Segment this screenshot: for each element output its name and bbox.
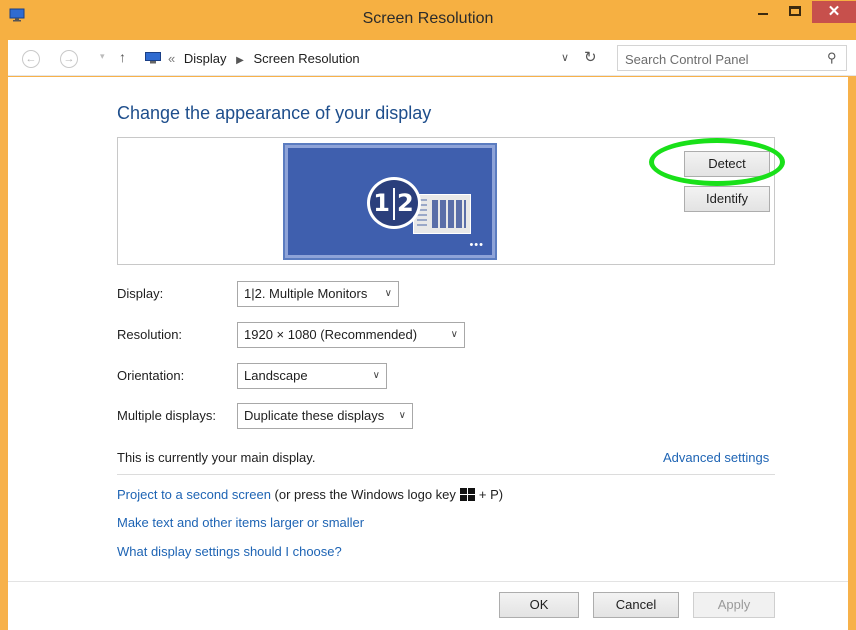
calculator-graphic-icon bbox=[413, 194, 471, 234]
larger-text-link[interactable]: Make text and other items larger or smal… bbox=[117, 515, 364, 530]
breadcrumb-separator-icon[interactable]: ▶ bbox=[236, 55, 244, 66]
display-label: Display: bbox=[117, 286, 164, 301]
close-icon: ✕ bbox=[827, 3, 841, 20]
monitor-preview[interactable]: 12 ••• bbox=[283, 143, 497, 260]
monitor-id-badge: 12 bbox=[367, 177, 421, 229]
multiple-displays-value: Duplicate these displays bbox=[244, 408, 385, 423]
chevron-down-icon: ∨ bbox=[398, 410, 406, 421]
apply-button[interactable]: Apply bbox=[693, 592, 775, 618]
identify-label: Identify bbox=[706, 191, 748, 206]
page-heading: Change the appearance of your display bbox=[117, 103, 432, 123]
search-input[interactable] bbox=[625, 50, 815, 68]
detect-highlight-ring bbox=[649, 138, 785, 186]
forward-button[interactable]: → bbox=[60, 50, 78, 68]
up-level-icon[interactable]: ↑ bbox=[119, 49, 126, 65]
breadcrumb-display[interactable]: Display bbox=[184, 51, 227, 66]
maximize-button[interactable] bbox=[780, 0, 810, 22]
back-button[interactable]: ← bbox=[22, 50, 40, 68]
identify-button[interactable]: Identify bbox=[684, 186, 770, 212]
dialog-footer: OK Cancel Apply bbox=[8, 582, 848, 630]
project-line: Project to a second screen (or press the… bbox=[117, 487, 503, 502]
monitor-id-2: 2 bbox=[397, 189, 415, 217]
recent-locations-dropdown-icon[interactable]: ▾ bbox=[100, 51, 105, 62]
ok-label: OK bbox=[529, 597, 549, 612]
address-bar: ← → ▾ ↑ « Display ▶ Screen Resolution ∨ … bbox=[8, 40, 856, 76]
minimize-icon bbox=[758, 13, 768, 15]
search-box[interactable]: ⚲ bbox=[617, 45, 847, 71]
chevron-down-icon: ∨ bbox=[450, 329, 458, 340]
apply-label: Apply bbox=[717, 597, 751, 612]
display-settings-help-link[interactable]: What display settings should I choose? bbox=[117, 544, 342, 559]
display-preview-panel: 12 ••• Detect Identify bbox=[117, 137, 785, 265]
breadcrumb-screen-resolution[interactable]: Screen Resolution bbox=[253, 51, 359, 66]
maximize-icon bbox=[789, 6, 801, 16]
cancel-button[interactable]: Cancel bbox=[593, 592, 679, 618]
close-button[interactable]: ✕ bbox=[812, 1, 856, 23]
content-pane: Change the appearance of your display 12… bbox=[8, 77, 848, 581]
arrow-right-icon: → bbox=[63, 53, 75, 65]
orientation-value: Landscape bbox=[244, 368, 308, 383]
window-title: Screen Resolution bbox=[362, 10, 494, 27]
title-bar[interactable]: Screen Resolution ✕ bbox=[0, 0, 856, 40]
chevron-down-icon: ∨ bbox=[384, 288, 392, 299]
cancel-label: Cancel bbox=[615, 597, 657, 612]
multiple-displays-select[interactable]: Duplicate these displays ∨ bbox=[237, 403, 413, 429]
orientation-label: Orientation: bbox=[117, 368, 185, 383]
breadcrumb-overflow[interactable]: « bbox=[168, 51, 175, 66]
monitor-id-1: 1 bbox=[373, 189, 391, 217]
search-icon[interactable]: ⚲ bbox=[827, 50, 837, 66]
resolution-label: Resolution: bbox=[117, 327, 183, 342]
resolution-select[interactable]: 1920 × 1080 (Recommended) ∨ bbox=[237, 322, 465, 348]
display-value: 1|2. Multiple Monitors bbox=[244, 286, 368, 301]
main-display-note: This is currently your main display. bbox=[117, 450, 316, 465]
divider bbox=[117, 474, 775, 475]
advanced-settings-link[interactable]: Advanced settings bbox=[663, 450, 769, 465]
orientation-select[interactable]: Landscape ∨ bbox=[237, 363, 387, 389]
refresh-icon[interactable]: ↻ bbox=[584, 48, 597, 66]
arrow-left-icon: ← bbox=[25, 53, 37, 65]
chevron-down-icon: ∨ bbox=[372, 370, 380, 381]
resolution-value: 1920 × 1080 (Recommended) bbox=[244, 327, 418, 342]
display-select[interactable]: 1|2. Multiple Monitors ∨ bbox=[237, 281, 399, 307]
minimize-button[interactable] bbox=[748, 0, 778, 22]
project-note-before: (or press the Windows logo key bbox=[274, 487, 456, 502]
monitor-dots-icon: ••• bbox=[469, 239, 484, 251]
ok-button[interactable]: OK bbox=[499, 592, 579, 618]
screen-resolution-window: Screen Resolution ✕ ← → ▾ ↑ « Display ▶ … bbox=[0, 0, 856, 630]
project-note-after: + P) bbox=[478, 487, 504, 502]
control-panel-icon bbox=[145, 52, 161, 64]
monitor-screen: 12 ••• bbox=[288, 148, 492, 255]
address-history-chevron-icon[interactable]: ∨ bbox=[561, 51, 569, 64]
multiple-displays-label: Multiple displays: bbox=[117, 408, 216, 423]
windows-logo-icon bbox=[459, 488, 475, 501]
breadcrumb: « Display ▶ Screen Resolution bbox=[168, 51, 360, 66]
project-second-screen-link[interactable]: Project to a second screen bbox=[117, 487, 271, 502]
